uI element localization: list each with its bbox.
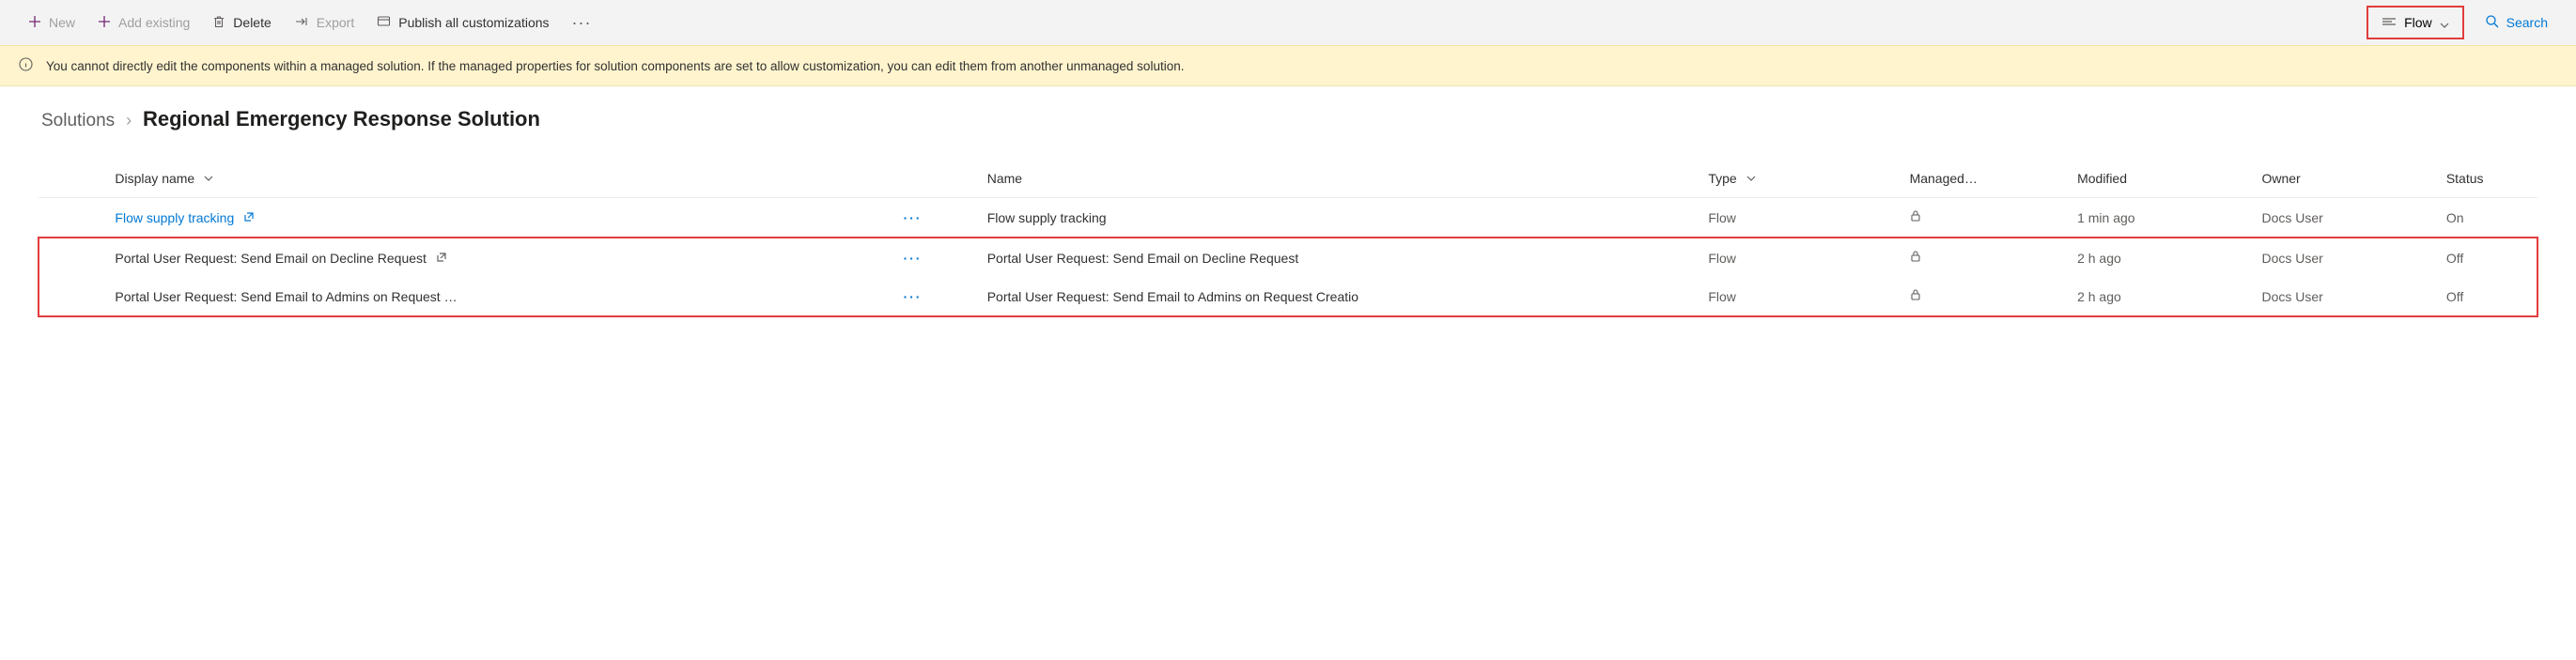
components-table-wrap: Display name Name Type Managed… Modified — [0, 141, 2576, 317]
row-modified: 1 min ago — [2068, 198, 2252, 238]
col-actions — [893, 160, 977, 198]
flow-button[interactable]: Flow — [2372, 9, 2459, 36]
plus-icon — [28, 15, 41, 31]
components-table: Display name Name Type Managed… Modified — [38, 160, 2538, 317]
publish-all-button[interactable]: Publish all customizations — [367, 9, 558, 37]
flow-button-highlight: Flow — [2367, 6, 2464, 39]
lock-icon — [1910, 210, 1921, 225]
new-button[interactable]: New — [19, 9, 85, 37]
table-row[interactable]: Portal User Request: Send Email on Decli… — [39, 238, 2537, 277]
delete-button[interactable]: Delete — [203, 9, 280, 37]
row-owner: Docs User — [2252, 238, 2436, 277]
chevron-down-icon — [1746, 171, 1756, 186]
row-more-actions[interactable]: ··· — [903, 210, 922, 225]
col-checkbox[interactable] — [39, 160, 105, 198]
flow-label: Flow — [2404, 15, 2432, 30]
row-name: Flow supply tracking — [978, 198, 1699, 238]
search-icon — [2485, 14, 2499, 31]
col-owner[interactable]: Owner — [2252, 160, 2436, 198]
publish-all-label: Publish all customizations — [398, 15, 549, 30]
row-name: Portal User Request: Send Email to Admin… — [978, 277, 1699, 316]
publish-icon — [377, 15, 391, 31]
info-banner-text: You cannot directly edit the components … — [46, 59, 1184, 73]
info-icon — [19, 57, 33, 74]
chevron-down-icon — [2440, 18, 2449, 27]
row-status: Off — [2437, 277, 2537, 316]
row-owner: Docs User — [2252, 277, 2436, 316]
plus-icon — [98, 15, 111, 31]
row-display-text: Portal User Request: Send Email on Decli… — [115, 251, 427, 266]
row-display-link[interactable]: Flow supply tracking — [115, 210, 234, 225]
col-managed[interactable]: Managed… — [1901, 160, 2069, 198]
trash-icon — [212, 15, 225, 31]
col-status[interactable]: Status — [2437, 160, 2537, 198]
search-label: Search — [2506, 15, 2548, 30]
lock-icon — [1910, 251, 1921, 266]
add-existing-button[interactable]: Add existing — [88, 9, 199, 37]
row-type: Flow — [1699, 198, 1900, 238]
col-modified[interactable]: Modified — [2068, 160, 2252, 198]
delete-label: Delete — [233, 15, 271, 30]
col-type[interactable]: Type — [1699, 160, 1900, 198]
search-button[interactable]: Search — [2475, 8, 2557, 37]
row-status: On — [2437, 198, 2537, 238]
add-existing-label: Add existing — [118, 15, 190, 30]
flow-icon — [2382, 15, 2397, 30]
chevron-right-icon: › — [126, 111, 132, 130]
export-icon — [294, 15, 309, 31]
row-modified: 2 h ago — [2068, 238, 2252, 277]
open-icon[interactable] — [436, 251, 447, 266]
lock-icon — [1910, 289, 1921, 304]
info-banner: You cannot directly edit the components … — [0, 45, 2576, 86]
row-check-cell[interactable] — [39, 238, 105, 277]
col-display-name[interactable]: Display name — [105, 160, 893, 198]
row-type: Flow — [1699, 238, 1900, 277]
breadcrumb: Solutions › Regional Emergency Response … — [0, 86, 2576, 141]
row-modified: 2 h ago — [2068, 277, 2252, 316]
row-more-actions[interactable]: ··· — [903, 289, 922, 304]
row-display-text: Portal User Request: Send Email to Admin… — [115, 289, 457, 304]
row-check-cell[interactable] — [39, 277, 105, 316]
breadcrumb-current: Regional Emergency Response Solution — [143, 107, 540, 130]
row-type: Flow — [1699, 277, 1900, 316]
row-name: Portal User Request: Send Email on Decli… — [978, 238, 1699, 277]
row-status: Off — [2437, 238, 2537, 277]
row-more-actions[interactable]: ··· — [903, 251, 922, 266]
row-owner: Docs User — [2252, 198, 2436, 238]
command-bar: New Add existing Delete Export Publish a — [0, 0, 2576, 45]
table-row[interactable]: Flow supply tracking ··· Flow supply trac… — [39, 198, 2537, 238]
new-label: New — [49, 15, 75, 30]
export-label: Export — [317, 15, 354, 30]
open-icon[interactable] — [243, 210, 255, 225]
row-check-cell[interactable] — [39, 198, 105, 238]
table-header-row: Display name Name Type Managed… Modified — [39, 160, 2537, 198]
chevron-down-icon — [204, 171, 213, 186]
breadcrumb-root[interactable]: Solutions — [41, 111, 115, 130]
more-commands-icon[interactable]: ··· — [563, 8, 601, 38]
col-name[interactable]: Name — [978, 160, 1699, 198]
export-button[interactable]: Export — [285, 9, 364, 37]
table-row[interactable]: Portal User Request: Send Email to Admin… — [39, 277, 2537, 316]
